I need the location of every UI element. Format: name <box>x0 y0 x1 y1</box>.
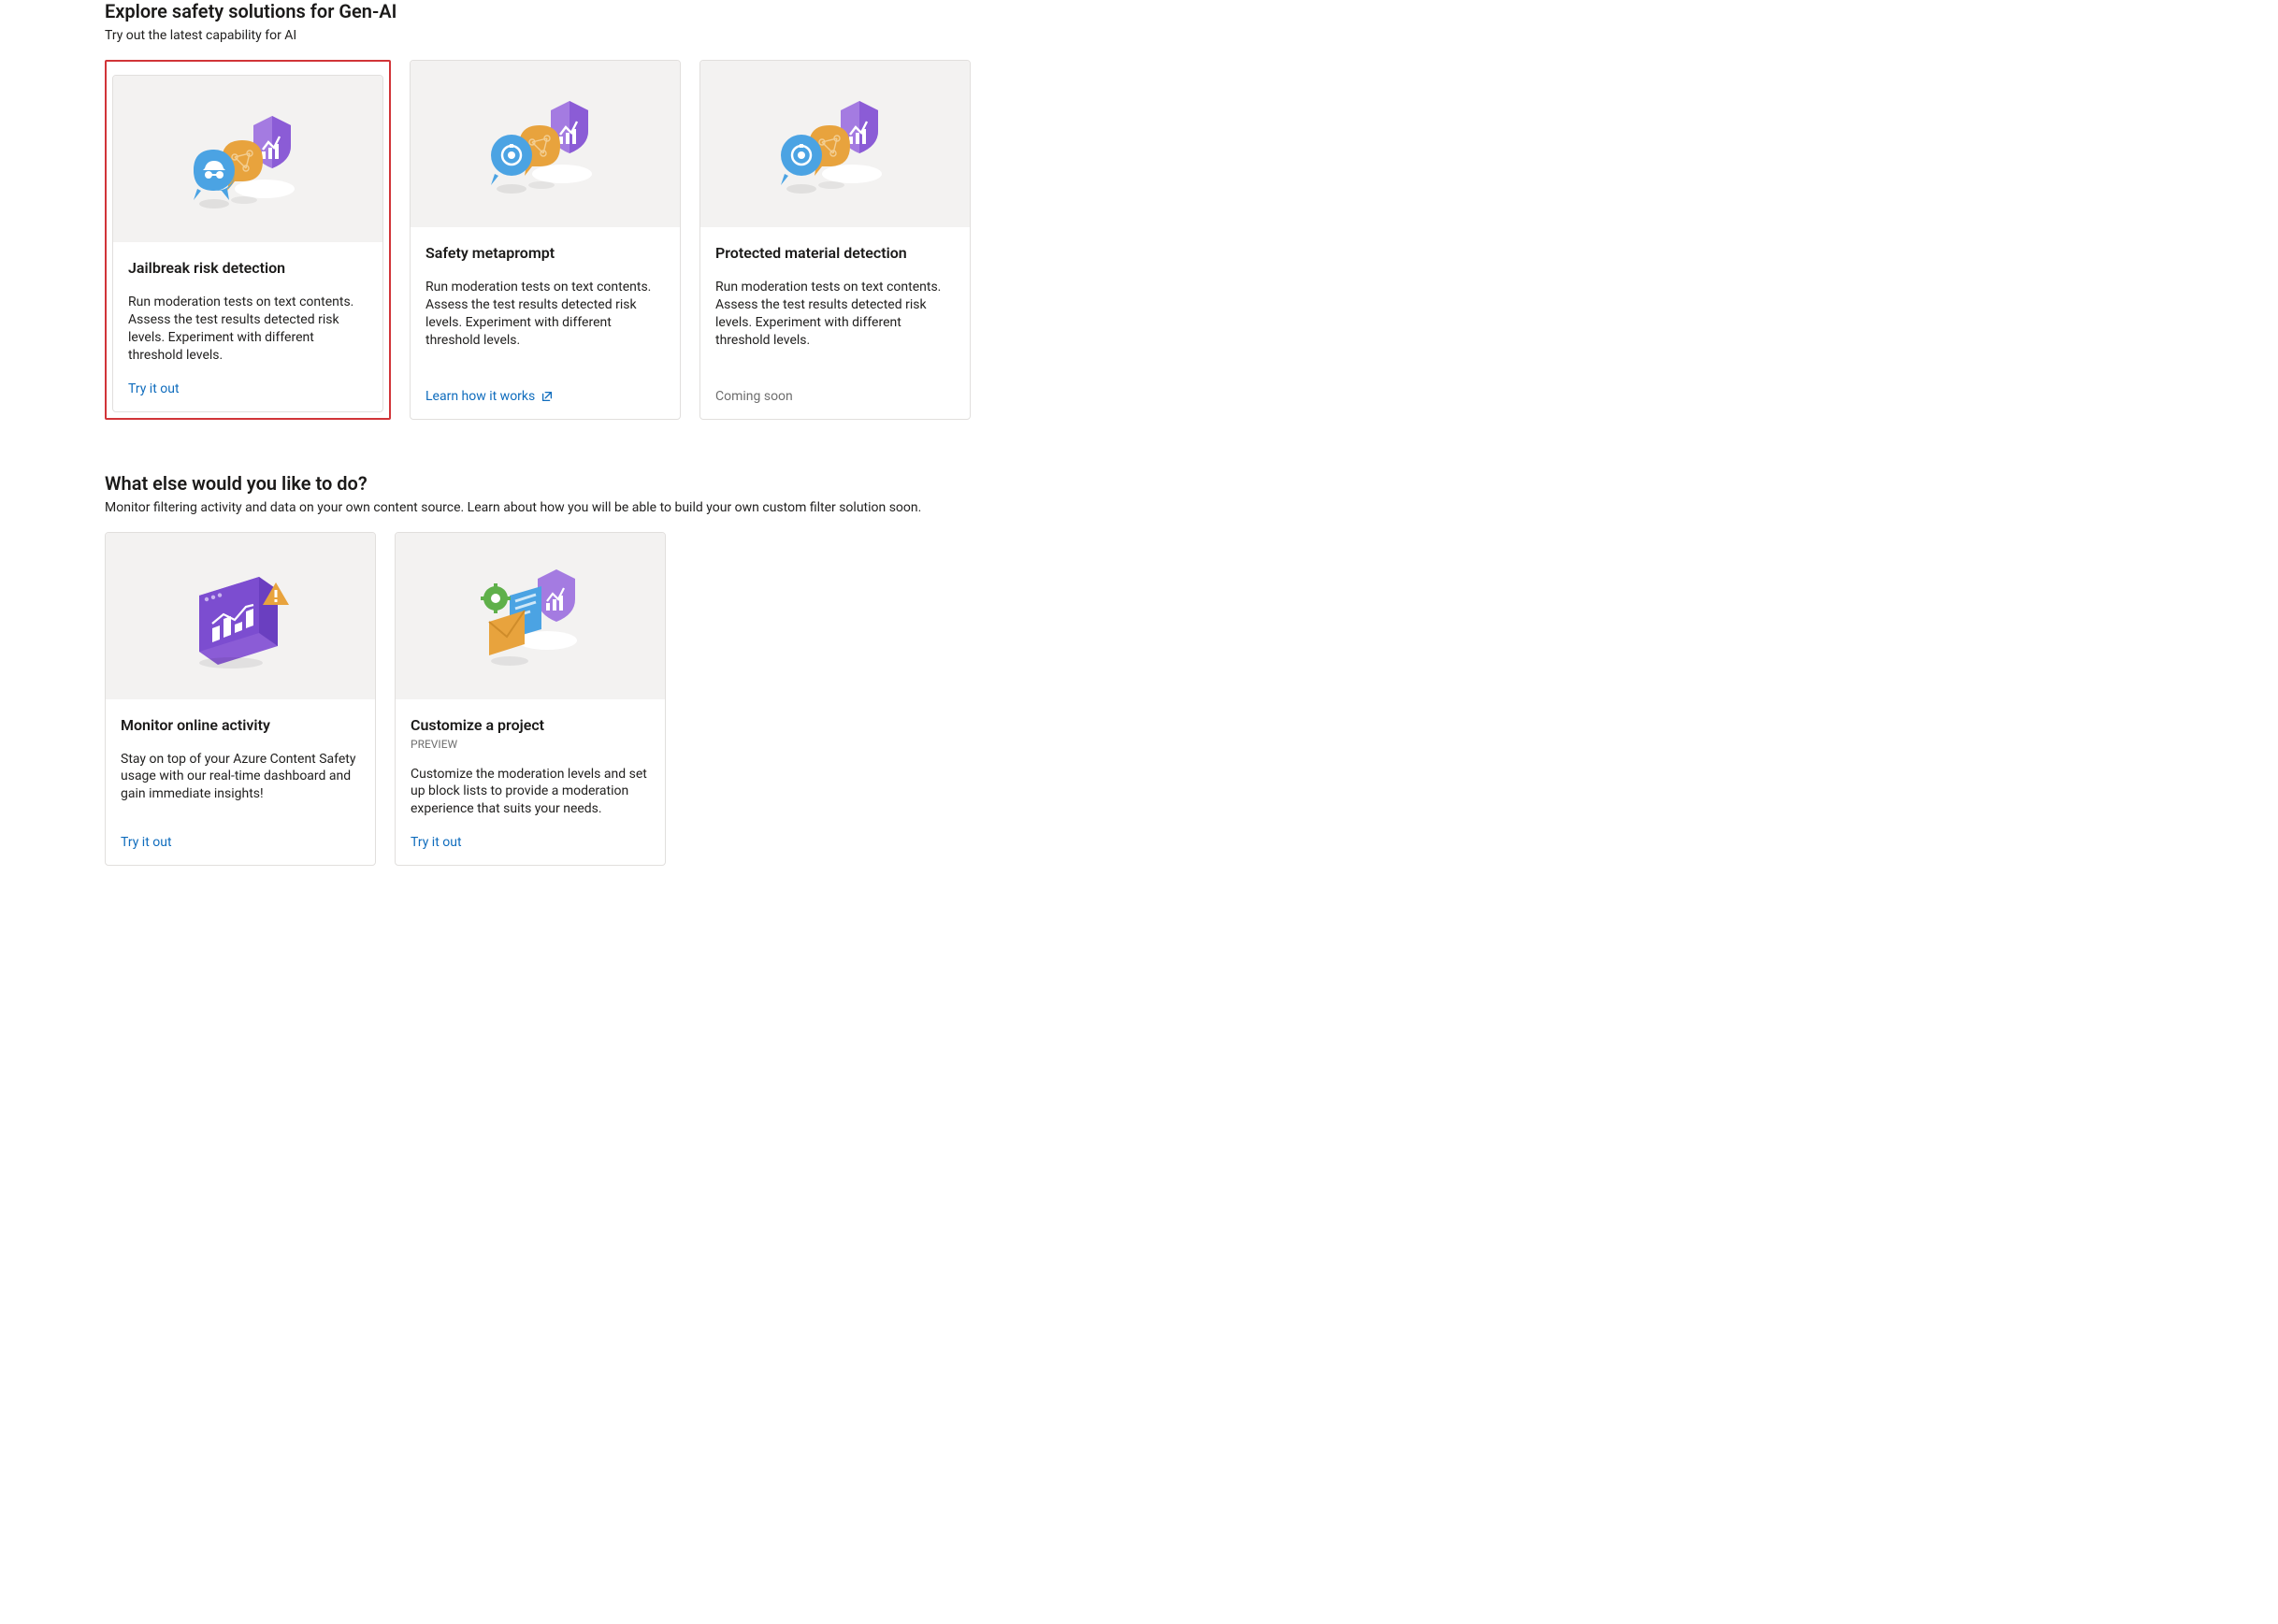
preview-badge: PREVIEW <box>411 738 650 751</box>
card-desc: Stay on top of your Azure Content Safety… <box>121 751 360 804</box>
card-jailbreak[interactable]: Jailbreak risk detection Run moderation … <box>112 75 383 412</box>
card-desc: Run moderation tests on text contents. A… <box>128 294 368 365</box>
customize-stack-icon <box>455 560 605 672</box>
try-it-out-link[interactable]: Try it out <box>411 835 650 850</box>
cta-label: Learn how it works <box>425 389 535 404</box>
card-desc: Run moderation tests on text contents. A… <box>715 279 955 350</box>
card-hero <box>106 533 375 699</box>
section1-cards: Jailbreak risk detection Run moderation … <box>105 60 1193 420</box>
card-title: Protected material detection <box>715 244 955 262</box>
safety-bubbles-icon <box>760 88 910 200</box>
card-safety-metaprompt[interactable]: Safety metaprompt Run moderation tests o… <box>410 60 681 420</box>
safety-bubbles-icon <box>470 88 620 200</box>
learn-how-link[interactable]: Learn how it works <box>425 389 665 404</box>
dashboard-alert-icon <box>166 560 315 672</box>
safety-bubbles-icon <box>173 103 323 215</box>
section2-cards: Monitor online activity Stay on top of y… <box>105 532 1193 867</box>
section1-heading: Explore safety solutions for Gen-AI <box>105 0 1193 22</box>
try-it-out-link[interactable]: Try it out <box>121 835 360 850</box>
card-jailbreak-wrapper: Jailbreak risk detection Run moderation … <box>105 60 391 420</box>
card-title: Safety metaprompt <box>425 244 665 262</box>
card-title: Monitor online activity <box>121 716 360 734</box>
card-monitor-activity[interactable]: Monitor online activity Stay on top of y… <box>105 532 376 867</box>
external-link-icon <box>541 390 554 403</box>
card-hero <box>411 61 680 227</box>
card-hero <box>113 76 382 242</box>
card-title: Customize a project <box>411 716 650 734</box>
coming-soon-label: Coming soon <box>715 389 955 404</box>
card-hero <box>700 61 970 227</box>
card-customize-project[interactable]: Customize a project PREVIEW Customize th… <box>395 532 666 867</box>
card-desc: Customize the moderation levels and set … <box>411 766 650 819</box>
section2-subtext: Monitor filtering activity and data on y… <box>105 500 1193 515</box>
card-hero <box>396 533 665 699</box>
section2-heading: What else would you like to do? <box>105 472 1193 495</box>
card-title: Jailbreak risk detection <box>128 259 368 277</box>
try-it-out-link[interactable]: Try it out <box>128 381 368 396</box>
card-desc: Run moderation tests on text contents. A… <box>425 279 665 350</box>
card-protected-material[interactable]: Protected material detection Run moderat… <box>699 60 971 420</box>
section1-subtext: Try out the latest capability for AI <box>105 28 1193 43</box>
